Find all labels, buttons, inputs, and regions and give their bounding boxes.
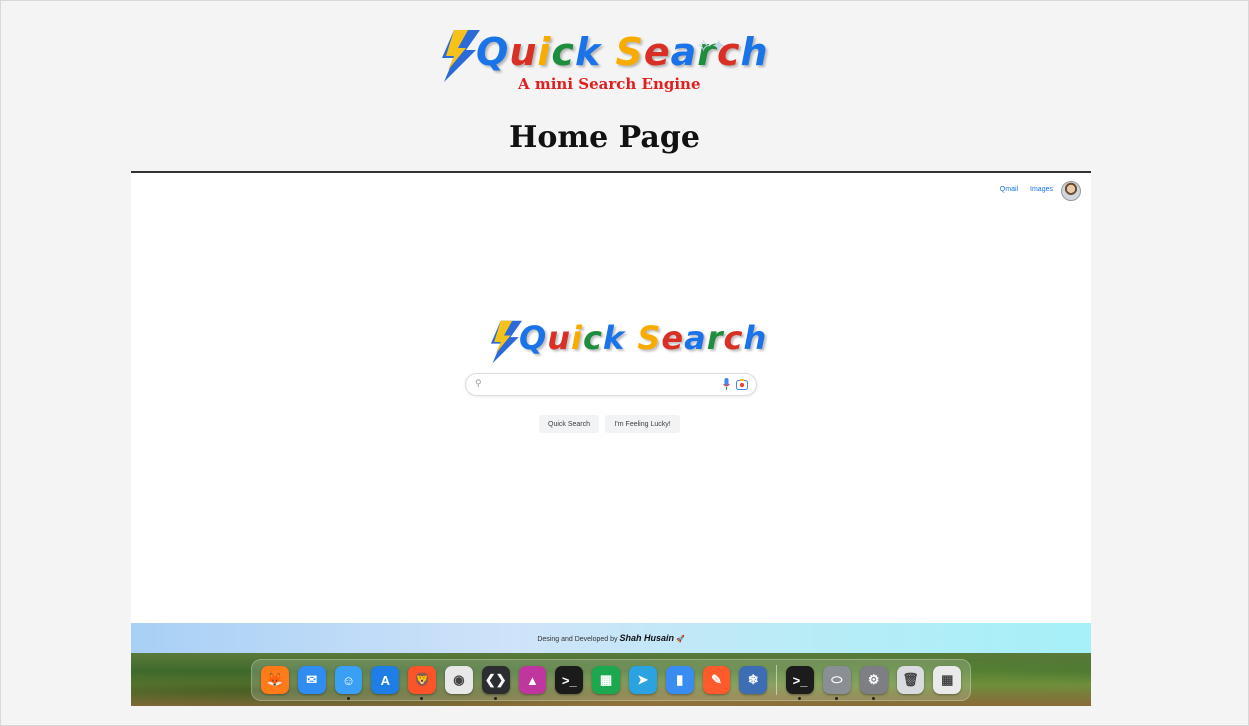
telegram-icon[interactable]: ➤ [628, 666, 657, 694]
logo-letter: k [574, 30, 602, 74]
lightning-bolt-icon [490, 320, 522, 364]
logo-letter: S [615, 30, 644, 74]
logo-letter: c [582, 319, 603, 357]
logo-letter: S [637, 319, 662, 357]
avatar[interactable] [1061, 181, 1081, 201]
logo-letter: e [643, 30, 671, 74]
logo-letter: r [706, 319, 724, 357]
microphone-icon[interactable] [723, 378, 730, 391]
logo-letter: Q [519, 319, 548, 357]
camera-icon[interactable] [736, 379, 748, 390]
logo-letter: e [661, 319, 685, 357]
nova-icon[interactable]: ▲ [518, 666, 547, 694]
logo-letter: k [602, 319, 626, 357]
footer-author: Shah Husain [619, 633, 674, 643]
logo-letter [625, 319, 637, 357]
paw-icon[interactable]: ✎ [702, 666, 731, 694]
finder-icon[interactable]: ☺ [334, 666, 363, 700]
logo-letter: i [570, 319, 583, 357]
lightning-bolt-icon [442, 30, 480, 82]
logo-letter: a [670, 30, 698, 74]
header-logo: Quick Search ✧✦ A mini Search Engine [436, 28, 768, 98]
numbers-icon[interactable]: ▦ [592, 666, 620, 694]
center-logo: Quick Search [486, 318, 766, 364]
center-logo-text: Quick Search [519, 318, 767, 358]
screenshot-icon[interactable]: ❄ [739, 666, 768, 694]
firefox-icon[interactable]: 🦊 [261, 666, 289, 694]
header-tagline: A mini Search Engine [518, 75, 701, 93]
logo-letter: c [551, 30, 575, 74]
disk-utility-icon[interactable]: ⬭ [822, 666, 851, 700]
sparkle-icon: ✧✦ [696, 36, 727, 56]
quick-search-button[interactable]: Quick Search [539, 415, 600, 433]
search-box: ⚲ [465, 373, 757, 396]
system-settings-icon[interactable]: ⚙ [859, 666, 888, 700]
trash-icon[interactable]: 🗑 [896, 666, 925, 694]
terminal-icon[interactable]: >_ [786, 666, 814, 700]
top-links: Qmail Images [990, 186, 1053, 193]
logo-letter: c [723, 319, 744, 357]
qmail-link[interactable]: Qmail [1000, 186, 1018, 193]
logo-letter [601, 30, 615, 74]
footer-bar: Desing and Developed by Shah Husain 🚀 [131, 623, 1091, 653]
app-screenshot: Qmail Images Quick Search ⚲ Quick Search… [131, 171, 1091, 706]
logo-letter: Q [476, 30, 510, 74]
rocket-icon: 🚀 [675, 636, 685, 643]
dock-separator [776, 665, 778, 695]
logo-letter: i [537, 30, 552, 74]
desktop-wallpaper: 🦊 ✉ ☺ A 🦁 ◉ ❮❯ ▲ >_ ▦ ➤ ▮ ✎ ❄ >_ ⬭ ⚙ 🗑 ▦ [131, 653, 1091, 706]
feeling-lucky-button[interactable]: I'm Feeling Lucky! [605, 415, 680, 433]
logo-letter: u [509, 30, 538, 74]
logo-letter: h [740, 30, 769, 74]
terminal-pink-icon[interactable]: >_ [555, 666, 584, 694]
dock: 🦊 ✉ ☺ A 🦁 ◉ ❮❯ ▲ >_ ▦ ➤ ▮ ✎ ❄ >_ ⬭ ⚙ 🗑 ▦ [251, 659, 971, 701]
bookmarks-icon[interactable]: ▮ [665, 666, 694, 694]
images-link[interactable]: Images [1030, 186, 1053, 193]
page-title: Home Page [509, 120, 700, 155]
vscode-icon[interactable]: ❮❯ [481, 666, 510, 700]
search-input[interactable] [488, 377, 708, 393]
logo-letter: u [547, 319, 571, 357]
chrome-icon[interactable]: ◉ [444, 666, 473, 694]
app-store-icon[interactable]: A [371, 666, 400, 694]
search-icon: ⚲ [475, 378, 482, 388]
logo-letter: a [684, 319, 707, 357]
launchpad-icon[interactable]: ▦ [933, 666, 962, 694]
brave-icon[interactable]: 🦁 [408, 666, 436, 700]
logo-letter: h [743, 319, 768, 357]
footer-prefix: Desing and Developed by [537, 636, 618, 643]
mail-icon[interactable]: ✉ [297, 666, 326, 694]
button-row: Quick Search I'm Feeling Lucky! [539, 413, 682, 433]
